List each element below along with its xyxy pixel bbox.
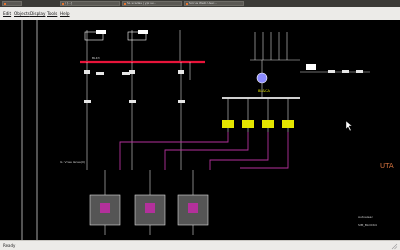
- ubuntu-icon: [4, 3, 6, 5]
- breaker-symbols: [84, 70, 185, 103]
- menu-objects[interactable]: Objects: [14, 7, 30, 20]
- area-label: UTA: [380, 162, 394, 170]
- taskbar-task-label: SL scadas | ypi sv...: [127, 1, 157, 5]
- app-icon: [186, 3, 188, 5]
- app-icon: [124, 3, 126, 5]
- right-line-tags: [328, 70, 363, 73]
- single-line-diagram: BL&CA IL: Vnse lanse(0) UTA Autoeleac SI…: [21, 20, 394, 240]
- bottom-right-label: Autoeleac: [358, 215, 373, 219]
- os-taskbar: / [...] SL scadas | ypi sv... Scirus Wei…: [0, 0, 400, 16]
- menu-tools[interactable]: Tools: [47, 7, 57, 20]
- busbar-label: BL&CA: [258, 89, 271, 93]
- taskbar-task-1[interactable]: / [...]: [60, 1, 120, 6]
- taskbar-task-label: Scirus Weib User...: [189, 1, 217, 5]
- system-tray: [372, 1, 398, 16]
- taskbar-task-3[interactable]: Scirus Weib User...: [184, 1, 244, 6]
- menu-edit[interactable]: Edit: [3, 7, 11, 20]
- menu-bar: Edit Objects Display Tools Help: [0, 7, 400, 21]
- label-tag: [138, 30, 148, 34]
- motor-group: [227, 98, 289, 132]
- schematic-canvas[interactable]: BL&CA IL: Vnse lanse(0) UTA Autoeleac SI…: [0, 20, 400, 240]
- purple-feeders: [119, 132, 289, 170]
- left-busbar-feeders: [86, 62, 191, 170]
- bottom-right-label: SIM_BLOCK4: [358, 223, 377, 227]
- status-text: Ready: [3, 243, 16, 248]
- mouse-cursor-icon: [345, 120, 353, 132]
- bottom-transformers: [89, 170, 209, 235]
- motor-blocks: [222, 120, 294, 128]
- resize-grip-icon[interactable]: [391, 243, 398, 250]
- taskbar-task-label: / [...]: [65, 1, 73, 5]
- menu-display[interactable]: Display: [30, 7, 45, 20]
- label-tag: [96, 30, 106, 34]
- note-text: IL: Vnse lanse(0): [60, 160, 85, 164]
- app-icon: [62, 3, 64, 5]
- taskbar-task-2[interactable]: SL scadas | ypi sv...: [122, 1, 182, 6]
- transformer-symbol: [256, 72, 268, 84]
- ubuntu-logo[interactable]: [2, 1, 22, 6]
- busbar-label: BLK3: [92, 56, 100, 60]
- label-tag: [306, 64, 316, 70]
- menu-help[interactable]: Help: [60, 7, 70, 20]
- status-bar: Ready: [0, 240, 400, 250]
